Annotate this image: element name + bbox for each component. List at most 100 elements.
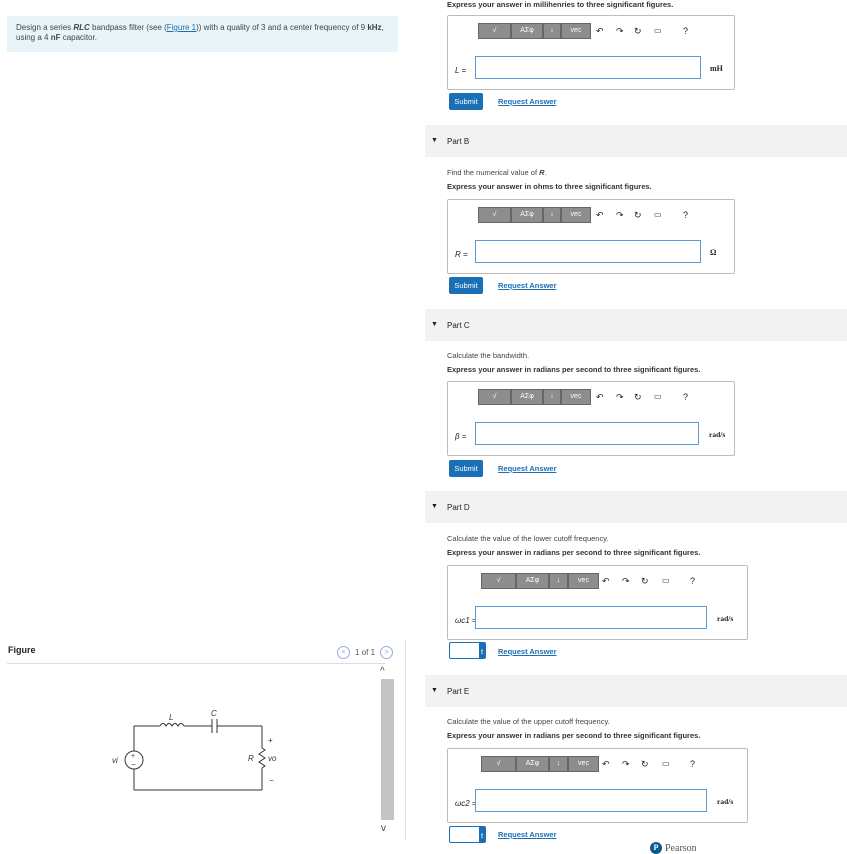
next-figure-button[interactable]: >	[380, 646, 394, 659]
subscript-button[interactable]: ↓	[549, 756, 568, 772]
templates-button[interactable]: √	[478, 207, 511, 223]
part-d-answer-editor: √ ΑΣφ ↓ vec ↶ ↷ ↻ ▭ ? ωc1 = rad/s	[447, 565, 748, 640]
scroll-up-icon[interactable]: ^	[380, 666, 385, 677]
source-minus-sign: −	[131, 760, 136, 769]
output-minus-sign: −	[269, 776, 274, 785]
keyboard-icon[interactable]: ▭	[654, 210, 662, 219]
help-icon[interactable]: ?	[690, 576, 695, 586]
figure-pager: < 1 of 1 >	[337, 646, 394, 659]
part-d-request-answer-link[interactable]: Request Answer	[498, 647, 557, 656]
collapse-icon: ▼	[431, 137, 438, 144]
part-d-header[interactable]: ▼ Part D	[425, 491, 847, 523]
redo-icon[interactable]: ↷	[622, 759, 630, 770]
undo-icon[interactable]: ↶	[596, 26, 604, 37]
answer-variable-label: L =	[455, 66, 467, 75]
question-text: Find the numerical value of	[447, 168, 540, 177]
reset-icon[interactable]: ↻	[641, 576, 649, 587]
keyboard-icon[interactable]: ▭	[654, 392, 662, 401]
answer-unit: rad/s	[717, 797, 734, 806]
templates-button[interactable]: √	[478, 23, 511, 39]
help-icon[interactable]: ?	[683, 210, 688, 220]
part-e-header[interactable]: ▼ Part E	[425, 675, 847, 707]
part-c-header[interactable]: ▼ Part C	[425, 309, 847, 341]
part-b-answer-input[interactable]	[475, 240, 701, 263]
figure-title: Figure	[8, 645, 36, 655]
part-e-answer-input[interactable]	[475, 789, 707, 812]
vector-button[interactable]: vec	[561, 389, 591, 405]
vector-button[interactable]: vec	[568, 756, 599, 772]
prev-figure-button[interactable]: <	[337, 646, 350, 659]
keyboard-icon[interactable]: ▭	[654, 26, 662, 35]
part-b-submit-button[interactable]: Submit	[449, 277, 483, 294]
undo-icon[interactable]: ↶	[596, 210, 604, 221]
templates-button[interactable]: √	[478, 389, 511, 405]
vector-button[interactable]: vec	[561, 207, 591, 223]
part-d-submit-button[interactable]: t	[449, 642, 486, 659]
subscript-button[interactable]: ↓	[549, 573, 568, 589]
templates-button[interactable]: √	[481, 573, 516, 589]
part-d-title: Part D	[447, 503, 470, 512]
reset-icon[interactable]: ↻	[641, 759, 649, 770]
part-d-answer-input[interactable]	[475, 606, 707, 629]
inductor-label: L	[169, 713, 173, 722]
symbols-button[interactable]: ΑΣφ	[516, 756, 549, 772]
part-c-submit-button[interactable]: Submit	[449, 460, 483, 477]
help-icon[interactable]: ?	[683, 26, 688, 36]
resistor-label: R	[248, 754, 254, 763]
capacitor-label: C	[211, 709, 217, 718]
part-a-request-answer-link[interactable]: Request Answer	[498, 97, 557, 106]
symbols-button[interactable]: ΑΣφ	[511, 23, 543, 39]
collapse-icon: ▼	[431, 503, 438, 510]
answer-unit: rad/s	[709, 430, 726, 439]
subscript-button[interactable]: ↓	[543, 207, 561, 223]
redo-icon[interactable]: ↷	[616, 26, 624, 37]
symbols-button[interactable]: ΑΣφ	[511, 207, 543, 223]
part-b-answer-editor: √ ΑΣφ ↓ vec ↶ ↷ ↻ ▭ ? R = Ω	[447, 199, 735, 274]
part-e-instructions: Express your answer in radians per secon…	[447, 731, 701, 740]
part-e-submit-button[interactable]: t	[449, 826, 486, 843]
pearson-logo-icon: P	[650, 842, 662, 854]
scroll-down-icon[interactable]: v	[381, 823, 386, 834]
part-c-answer-input[interactable]	[475, 422, 699, 445]
symbols-button[interactable]: ΑΣφ	[511, 389, 543, 405]
problem-text: Design a series	[16, 23, 74, 32]
vo-label: vo	[268, 754, 277, 763]
part-e-request-answer-link[interactable]: Request Answer	[498, 830, 557, 839]
divider	[7, 663, 385, 664]
vector-button[interactable]: vec	[568, 573, 599, 589]
submit-label: t	[479, 643, 485, 658]
part-a-answer-input[interactable]	[475, 56, 701, 79]
subscript-button[interactable]: ↓	[543, 389, 561, 405]
keyboard-icon[interactable]: ▭	[662, 759, 670, 768]
symbols-button[interactable]: ΑΣφ	[516, 573, 549, 589]
figure-link[interactable]: Figure 1	[167, 23, 196, 32]
redo-icon[interactable]: ↷	[616, 210, 624, 221]
vector-button[interactable]: vec	[561, 23, 591, 39]
keyboard-icon[interactable]: ▭	[662, 576, 670, 585]
part-b-header[interactable]: ▼ Part B	[425, 125, 847, 157]
reset-icon[interactable]: ↻	[634, 392, 642, 403]
undo-icon[interactable]: ↶	[596, 392, 604, 403]
templates-button[interactable]: √	[481, 756, 516, 772]
undo-icon[interactable]: ↶	[602, 576, 610, 587]
help-icon[interactable]: ?	[690, 759, 695, 769]
scrollbar-thumb[interactable]	[381, 679, 394, 820]
reset-icon[interactable]: ↻	[634, 26, 642, 37]
part-d-question: Calculate the value of the lower cutoff …	[447, 534, 609, 543]
subscript-button[interactable]: ↓	[543, 23, 561, 39]
part-c-request-answer-link[interactable]: Request Answer	[498, 464, 557, 473]
help-icon[interactable]: ?	[683, 392, 688, 402]
redo-icon[interactable]: ↷	[622, 576, 630, 587]
undo-icon[interactable]: ↶	[602, 759, 610, 770]
rlc-circuit-diagram: + − vi L C R + vo −	[112, 709, 277, 791]
reset-icon[interactable]: ↻	[634, 210, 642, 221]
khz-unit: kHz	[367, 23, 382, 32]
part-b-question: Find the numerical value of R.	[447, 168, 547, 177]
redo-icon[interactable]: ↷	[616, 392, 624, 403]
answer-unit: Ω	[710, 248, 717, 257]
collapse-icon: ▼	[431, 321, 438, 328]
part-a-submit-button[interactable]: Submit	[449, 93, 483, 110]
part-e-title: Part E	[447, 687, 470, 696]
answer-variable-label: β =	[455, 432, 467, 441]
part-b-request-answer-link[interactable]: Request Answer	[498, 281, 557, 290]
